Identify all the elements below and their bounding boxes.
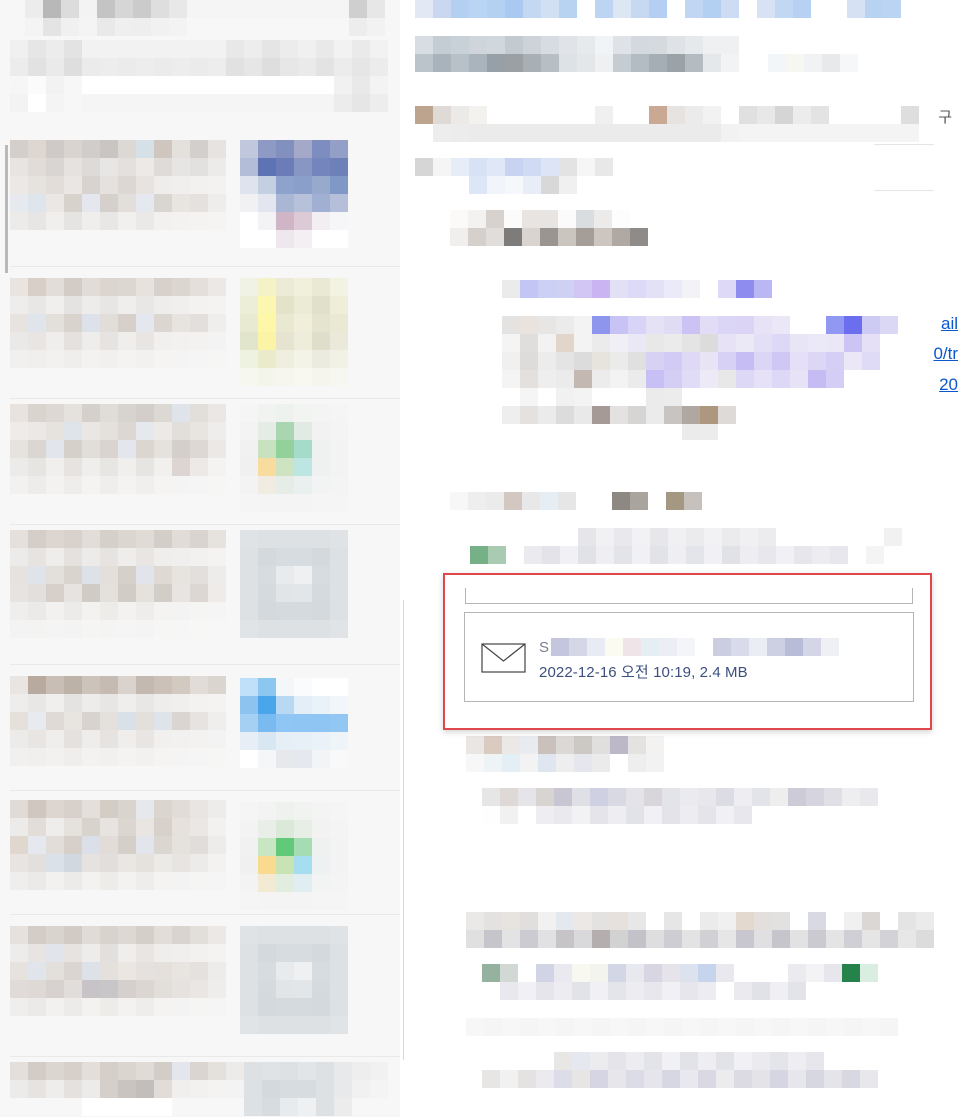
recipient-row-blurred (415, 106, 935, 142)
attachment-header-blurred (470, 528, 930, 564)
message-row-4-blurred[interactable] (10, 530, 226, 656)
message-row-6-blurred[interactable] (10, 800, 226, 900)
message-row-3-thumbnail (240, 404, 362, 512)
message-list-pane[interactable] (0, 0, 400, 1117)
message-row-1-blurred[interactable] (10, 140, 226, 266)
body-section-5-blurred (482, 964, 892, 1000)
message-row-3-blurred[interactable] (10, 404, 226, 514)
message-row-5-blurred[interactable] (10, 676, 226, 784)
message-row-1-thumbnail (240, 140, 362, 248)
body-link-1[interactable]: ail (941, 314, 958, 334)
body-section-2-blurred (450, 492, 720, 510)
message-row-7-thumbnail (240, 926, 362, 1052)
message-row-8-blurred[interactable] (10, 1062, 390, 1117)
message-row-2-thumbnail (240, 278, 362, 386)
body-section-4-blurred (466, 912, 936, 948)
message-row-7-blurred[interactable] (10, 926, 226, 1036)
reading-pane: 구 ail 0/tr 20 (410, 0, 958, 1117)
message-subject-blurred (415, 0, 935, 18)
mail-client-window: 구 ail 0/tr 20 S 2022-12-16 오전 10:19, 2.4… (0, 0, 958, 1117)
message-row-2-blurred[interactable] (10, 278, 226, 388)
body-section-6-blurred (482, 1052, 892, 1092)
body-paragraph-blurred (502, 280, 934, 440)
sender-tail-blurred (768, 54, 858, 72)
body-section-5-separator-blurred (466, 1018, 906, 1036)
body-link-3[interactable]: 20 (939, 375, 958, 395)
list-toolbar-blurred (10, 40, 390, 140)
meta-row-blurred (415, 158, 635, 194)
message-row-5-thumbnail (240, 678, 362, 782)
header-edge-glyph: 구 (938, 109, 952, 126)
body-intro-blurred (450, 210, 650, 246)
body-link-2[interactable]: 0/tr (933, 344, 958, 364)
message-row-6-thumbnail (240, 802, 362, 910)
selected-item-indicator (5, 145, 8, 273)
pane-splitter[interactable] (403, 600, 404, 1060)
message-row-4-thumbnail (240, 530, 362, 656)
body-section-3-blurred (482, 788, 892, 842)
attachment-footer-blurred (466, 736, 696, 772)
list-header-blurred (25, 0, 385, 36)
annotation-highlight-box (443, 573, 932, 730)
sender-row-blurred (415, 36, 755, 72)
